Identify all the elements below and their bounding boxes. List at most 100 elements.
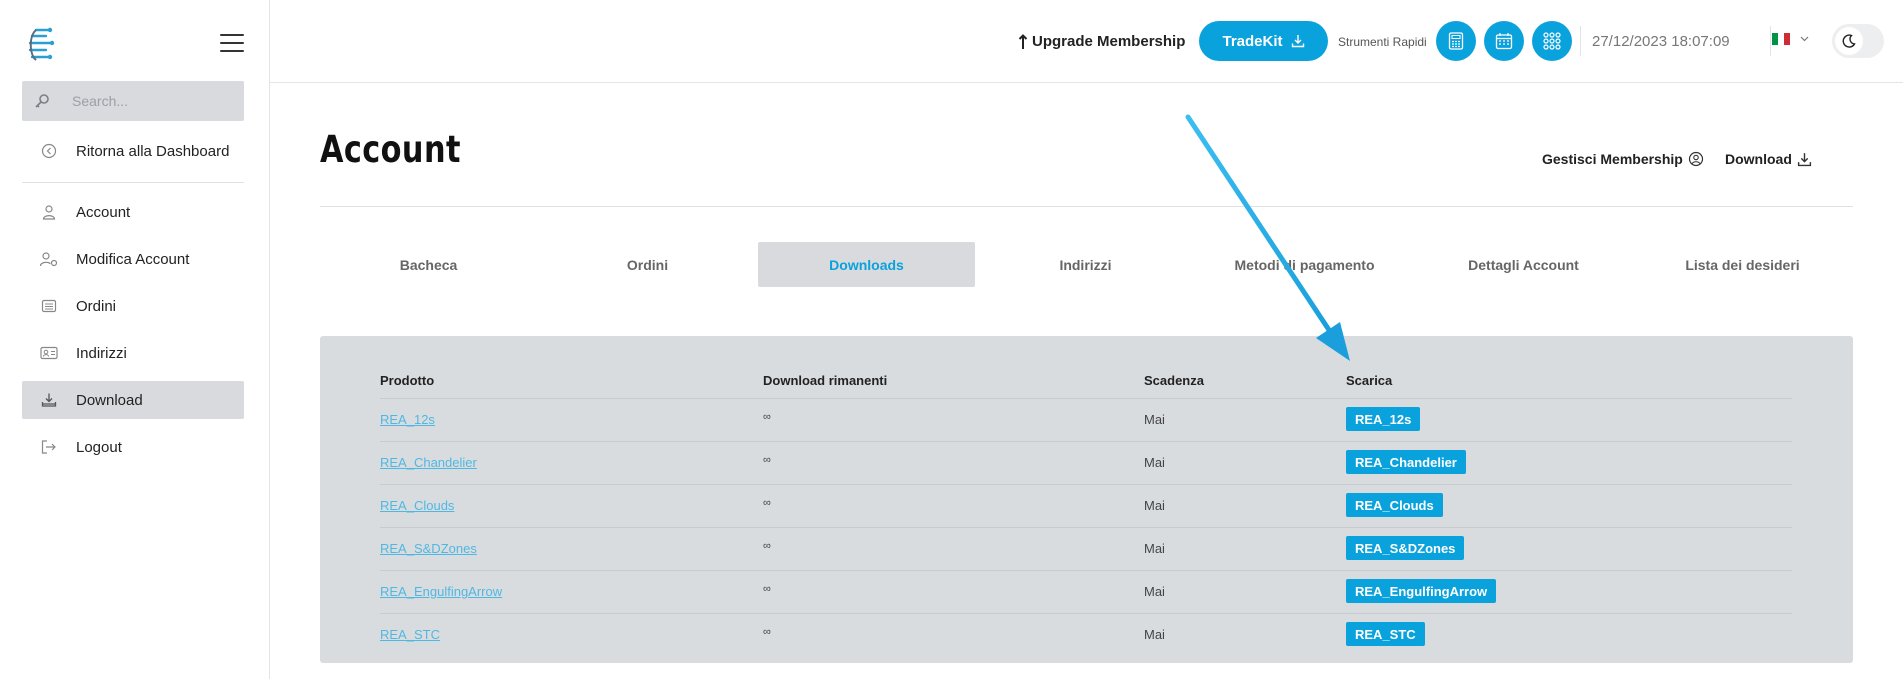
column-header-download-rimanenti: Download rimanenti (763, 373, 888, 388)
upgrade-membership-label: Upgrade Membership (1032, 33, 1186, 50)
apps-grid-button[interactable] (1532, 21, 1572, 61)
tab-lista-desideri[interactable]: Lista dei desideri (1634, 242, 1851, 287)
expiry-value: Mai (1144, 455, 1165, 470)
product-link[interactable]: REA_EngulfingArrow (380, 584, 502, 599)
column-header-prodotto: Prodotto (380, 373, 435, 388)
product-link[interactable]: REA_S&DZones (380, 541, 477, 556)
sidebar-item-ordini[interactable]: Ordini (22, 287, 244, 325)
download-file-button[interactable]: REA_EngulfingArrow (1346, 579, 1497, 603)
tab-bacheca[interactable]: Bacheca (320, 242, 537, 287)
column-header-scarica: Scarica (1346, 373, 1393, 388)
calculator-button[interactable] (1436, 21, 1476, 61)
column-header-scadenza: Scadenza (1144, 373, 1204, 388)
language-selector[interactable] (1772, 33, 1809, 45)
search-box[interactable] (22, 81, 244, 121)
table-row: REA_Clouds ∞ Mai REA_Clouds (380, 484, 1792, 527)
hamburger-menu-icon[interactable] (220, 34, 244, 52)
gestisci-membership-label: Gestisci Membership (1542, 151, 1683, 167)
download-file-button[interactable]: REA_12s (1346, 407, 1421, 431)
tradekit-label: TradeKit (1222, 32, 1283, 50)
calendar-icon (1495, 33, 1513, 50)
calendar-button[interactable] (1484, 21, 1524, 61)
download-file-button[interactable]: REA_Clouds (1346, 493, 1443, 517)
arrow-up-icon (1018, 33, 1028, 49)
upgrade-membership-link[interactable]: Upgrade Membership (1018, 33, 1185, 50)
sidebar-item-logout[interactable]: Logout (22, 428, 244, 466)
sidebar-item-label: Indirizzi (76, 344, 127, 362)
topbar-separator (1770, 26, 1771, 56)
remaining-downloads: ∞ (763, 497, 771, 509)
table-row: REA_S&DZones ∞ Mai REA_S&DZones (380, 527, 1792, 570)
remaining-downloads: ∞ (763, 411, 771, 423)
user-gear-icon (22, 251, 76, 267)
dark-mode-toggle[interactable] (1832, 24, 1884, 58)
chevron-down-icon (1800, 36, 1809, 42)
back-circle-icon (22, 143, 76, 159)
download-file-button[interactable]: REA_S&DZones (1346, 536, 1465, 560)
remaining-downloads: ∞ (763, 583, 771, 595)
user-icon (22, 204, 76, 220)
user-circle-gear-icon (1688, 151, 1703, 167)
expiry-value: Mai (1144, 498, 1165, 513)
search-key-icon (22, 93, 62, 109)
tab-metodi-pagamento[interactable]: Metodi di pagamento (1196, 242, 1413, 287)
expiry-value: Mai (1144, 541, 1165, 556)
topbar-separator (1580, 26, 1581, 56)
gestisci-membership-link[interactable]: Gestisci Membership (1542, 151, 1704, 167)
download-icon (1291, 35, 1304, 48)
logo-icon[interactable] (26, 26, 58, 64)
remaining-downloads: ∞ (763, 540, 771, 552)
remaining-downloads: ∞ (763, 454, 771, 466)
table-row: REA_12s ∞ Mai REA_12s (380, 398, 1792, 441)
sidebar-item-dashboard[interactable]: Ritorna alla Dashboard (22, 132, 244, 170)
sidebar-item-label: Modifica Account (76, 250, 190, 268)
product-link[interactable]: REA_Clouds (380, 498, 454, 513)
download-header-link[interactable]: Download (1725, 151, 1812, 167)
sidebar-item-account[interactable]: Account (22, 193, 244, 231)
strumenti-rapidi-label: Strumenti Rapidi (1338, 35, 1427, 49)
page-title: Account (320, 128, 461, 171)
table-row: REA_Chandelier ∞ Mai REA_Chandelier (380, 441, 1792, 484)
datetime-display: 27/12/2023 18:07:09 (1592, 33, 1730, 50)
table-row: REA_EngulfingArrow ∞ Mai REA_EngulfingAr… (380, 570, 1792, 613)
product-link[interactable]: REA_12s (380, 412, 435, 427)
search-input[interactable] (72, 93, 232, 109)
download-header-label: Download (1725, 151, 1792, 167)
sidebar-item-indirizzi[interactable]: Indirizzi (22, 334, 244, 372)
product-link[interactable]: REA_STC (380, 627, 440, 642)
calculator-icon (1448, 32, 1464, 50)
sidebar-item-label: Logout (76, 438, 122, 456)
address-card-icon (22, 345, 76, 361)
tab-downloads[interactable]: Downloads (758, 242, 975, 287)
apps-grid-icon (1543, 32, 1561, 50)
tab-ordini[interactable]: Ordini (539, 242, 756, 287)
sidebar-item-label: Ordini (76, 297, 117, 315)
italian-flag-icon (1772, 33, 1790, 45)
logout-icon (22, 439, 76, 455)
sidebar: Ritorna alla Dashboard Account Modifica … (0, 0, 270, 679)
expiry-value: Mai (1144, 412, 1165, 427)
sidebar-item-modifica-account[interactable]: Modifica Account (22, 240, 244, 278)
moon-icon (1835, 27, 1863, 55)
orders-icon (22, 298, 76, 314)
downloads-table: Prodotto Download rimanenti Scadenza Sca… (320, 336, 1853, 663)
tab-dettagli-account[interactable]: Dettagli Account (1415, 242, 1632, 287)
sidebar-item-label: Ritorna alla Dashboard (76, 142, 230, 160)
sidebar-divider (22, 182, 244, 183)
expiry-value: Mai (1144, 584, 1165, 599)
tab-indirizzi[interactable]: Indirizzi (977, 242, 1194, 287)
download-icon (1797, 152, 1811, 166)
download-file-button[interactable]: REA_Chandelier (1346, 450, 1466, 474)
sidebar-item-label: Download (76, 391, 143, 409)
download-tray-icon (22, 392, 76, 408)
expiry-value: Mai (1144, 627, 1165, 642)
top-bar: Upgrade Membership TradeKit Strumenti Ra… (270, 0, 1903, 83)
sidebar-item-download[interactable]: Download (22, 381, 244, 419)
sidebar-item-label: Account (76, 203, 131, 221)
tradekit-button[interactable]: TradeKit (1199, 21, 1328, 61)
table-row: REA_STC ∞ Mai REA_STC (380, 613, 1792, 656)
remaining-downloads: ∞ (763, 626, 771, 638)
download-file-button[interactable]: REA_STC (1346, 622, 1425, 646)
header-divider (320, 206, 1853, 207)
product-link[interactable]: REA_Chandelier (380, 455, 477, 470)
